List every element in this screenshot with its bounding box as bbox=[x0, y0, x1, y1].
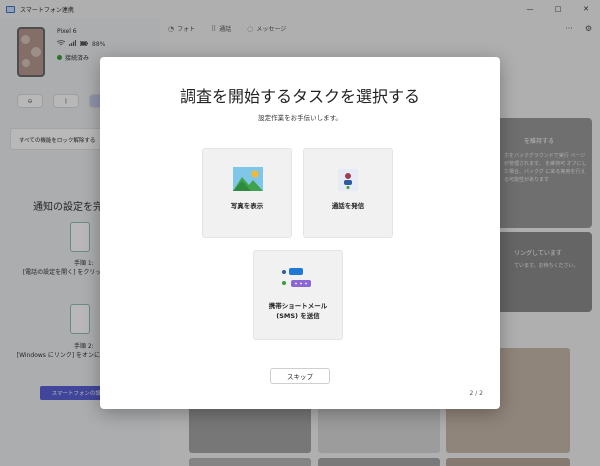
view-photos-label: 写真を表示 bbox=[230, 202, 264, 210]
dialog-subtitle: 設定作業をお手伝いします。 bbox=[258, 114, 342, 122]
task-select-dialog: 調査を開始するタスクを選択する 設定作業をお手伝いします。 写真を表示 通話を発… bbox=[100, 57, 500, 409]
send-sms-label-line2: (SMS) を送信 bbox=[276, 312, 320, 320]
landscape-photo-icon bbox=[233, 167, 263, 195]
skip-button[interactable]: スキップ bbox=[270, 368, 330, 384]
dialog-title: 調査を開始するタスクを選択する bbox=[179, 87, 420, 106]
send-sms-label-line1: 携帯ショートメール bbox=[268, 302, 328, 310]
view-photos-task-button[interactable]: 写真を表示 bbox=[202, 148, 292, 238]
send-sms-task-button[interactable]: 携帯ショートメール (SMS) を送信 bbox=[253, 250, 343, 340]
page-indicator: 2 / 2 bbox=[469, 390, 483, 397]
phone-call-icon bbox=[338, 169, 358, 195]
make-call-label: 通話を発信 bbox=[331, 202, 365, 210]
make-call-task-button[interactable]: 通話を発信 bbox=[303, 148, 393, 238]
sms-bubbles-icon bbox=[281, 267, 317, 295]
